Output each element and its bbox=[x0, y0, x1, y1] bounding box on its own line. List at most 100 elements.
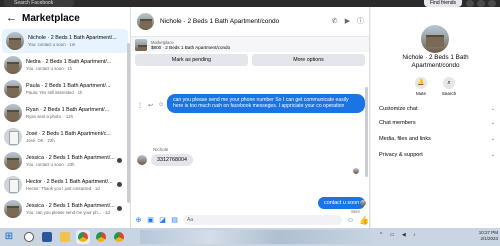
mute-button[interactable]: 🔔 Mute bbox=[409, 77, 433, 96]
conversation-preview: Paula: Yes still interested · 1h bbox=[26, 90, 83, 95]
gif-icon[interactable]: ▤ bbox=[171, 217, 178, 224]
listing-price: $800 · 2 Beds 1 Bath Apartment/condo bbox=[151, 44, 231, 50]
reply-icon[interactable]: ↩ bbox=[148, 102, 153, 109]
mute-label: Mute bbox=[415, 91, 426, 96]
more-icon[interactable]: ⋮ bbox=[137, 102, 143, 109]
conversation-item[interactable]: Ryan · 2 Beds 1 Bath Apartment/... Ryan s… bbox=[0, 101, 130, 125]
chevron-down-icon: ⌄ bbox=[490, 152, 495, 158]
conversation-info-panel: Nichole · 2 Beds 1 Bath Apartment/condo … bbox=[371, 7, 500, 228]
unread-indicator-icon bbox=[117, 206, 122, 211]
conversation-thumbnail bbox=[4, 80, 22, 98]
conversation-thumbnail bbox=[4, 128, 22, 146]
chat-members-section[interactable]: Chat members ⌄ bbox=[379, 117, 495, 129]
conversation-preview: José: OK · 22h bbox=[26, 138, 55, 143]
marketplace-header: ← Marketplace bbox=[0, 7, 130, 29]
message-input[interactable]: Aa bbox=[183, 215, 342, 225]
search-label: Search bbox=[441, 91, 457, 96]
more-options-button[interactable]: More options bbox=[252, 54, 365, 66]
word-icon[interactable] bbox=[40, 230, 54, 244]
conversation-item[interactable]: José · 2 Beds 1 Bath Apartment/c... José:… bbox=[0, 125, 130, 149]
conversation-title: José · 2 Beds 1 Bath Apartment/c... bbox=[26, 131, 111, 137]
incoming-message-bubble[interactable]: 3312768004 bbox=[151, 154, 193, 166]
outgoing-message-bubble[interactable]: can you please send me your phone number… bbox=[167, 94, 365, 113]
customize-chat-section[interactable]: Customize chat ⌄ bbox=[379, 103, 495, 115]
chat-scrollbar[interactable] bbox=[365, 87, 368, 177]
sticker-icon[interactable]: ◪ bbox=[159, 217, 166, 224]
chevron-down-icon: ⌄ bbox=[490, 136, 495, 142]
conversation-item[interactable]: Jessica · 2 Beds 1 Bath Apartment/... You… bbox=[0, 149, 130, 173]
conversation-title: Hector · 2 Beds 1 Bath Apartment/... bbox=[26, 179, 113, 185]
chrome-icon[interactable] bbox=[76, 230, 90, 244]
taskbar-background-strip bbox=[140, 230, 372, 244]
like-icon[interactable]: 👍 bbox=[359, 216, 369, 224]
chat-avatar[interactable] bbox=[137, 13, 154, 30]
marketplace-title: Marketplace bbox=[22, 12, 80, 24]
video-call-icon[interactable]: ▶ bbox=[344, 18, 351, 25]
marketplace-listing-bar[interactable]: Marketplace $800 · 2 Beds 1 Bath Apartme… bbox=[131, 37, 369, 52]
add-icon[interactable]: ⊕ bbox=[135, 217, 142, 224]
conversation-item[interactable]: Paula · 2 Beds 1 Bath Apartment/... Paula… bbox=[0, 77, 130, 101]
conversation-title: Jessica · 2 Beds 1 Bath Apartment/... bbox=[26, 203, 115, 209]
info-icon[interactable]: ⓘ bbox=[357, 18, 364, 25]
seen-indicator-avatar bbox=[360, 200, 366, 206]
conversation-preview: Ryan sent a photo. · 12h bbox=[26, 114, 74, 119]
listing-avatar[interactable] bbox=[421, 25, 449, 53]
chrome-icon[interactable] bbox=[112, 230, 126, 244]
back-arrow-icon[interactable]: ← bbox=[6, 12, 18, 24]
search-button[interactable]: ⌕ Search bbox=[437, 77, 461, 96]
system-tray-icons[interactable]: ^ ▭ ◀ ♪ bbox=[380, 232, 419, 238]
find-friends-button[interactable]: Find friends bbox=[424, 0, 462, 7]
facebook-search-input[interactable]: Search Facebook bbox=[4, 0, 74, 7]
search-taskbar-icon[interactable] bbox=[22, 230, 36, 244]
conversation-title: Paula · 2 Beds 1 Bath Apartment/... bbox=[26, 83, 111, 89]
chat-title[interactable]: Nichole · 2 Beds 1 Bath Apartment/condo bbox=[160, 18, 279, 25]
unread-indicator-icon bbox=[117, 182, 122, 187]
notifications-icon[interactable] bbox=[488, 0, 496, 7]
chat-panel: Nichole · 2 Beds 1 Bath Apartment/condo … bbox=[131, 7, 370, 228]
conversation-preview: You: can you please send me your ph... ·… bbox=[26, 210, 110, 215]
privacy-support-section[interactable]: Privacy & support ⌄ bbox=[379, 149, 495, 161]
phone-icon[interactable]: ✆ bbox=[331, 18, 338, 25]
seen-indicator-avatar bbox=[353, 168, 359, 174]
conversation-title: Jessica · 2 Beds 1 Bath Apartment/... bbox=[26, 155, 115, 161]
conversation-preview: Hector: Thank you I just contacted · 1d bbox=[26, 186, 100, 191]
search-icon: ⌕ bbox=[443, 77, 455, 89]
conversation-item[interactable]: Nichole · 2 Beds 1 Bath Apartment/... You… bbox=[2, 29, 128, 53]
section-label: Media, files and links bbox=[379, 136, 431, 142]
conversation-preview: You: contact u soon · 1h bbox=[26, 66, 73, 71]
message-composer: ⊕ ▣ ◪ ▤ Aa ☺ 👍 bbox=[131, 212, 370, 228]
sender-avatar[interactable] bbox=[137, 155, 147, 165]
messenger-icon[interactable] bbox=[477, 0, 485, 7]
conversation-item[interactable]: Hector · 2 Beds 1 Bath Apartment/... Hect… bbox=[0, 173, 130, 197]
media-files-links-section[interactable]: Media, files and links ⌄ bbox=[379, 133, 495, 145]
message-hover-tools: ⋮ ↩ ☺ bbox=[137, 102, 164, 109]
conversation-title: Ryan · 2 Beds 1 Bath Apartment/... bbox=[26, 107, 110, 113]
browser-top-bar: Search Facebook Find friends bbox=[0, 0, 500, 7]
chrome-icon[interactable] bbox=[94, 230, 108, 244]
marketplace-conversation-list: ← Marketplace Nichole · 2 Beds 1 Bath Ap… bbox=[0, 7, 131, 228]
mark-as-pending-button[interactable]: Mark as pending bbox=[135, 54, 248, 66]
conversation-list-scrollbar[interactable] bbox=[127, 43, 130, 203]
file-explorer-icon[interactable] bbox=[58, 230, 72, 244]
emoji-icon[interactable]: ☺ bbox=[347, 217, 354, 224]
outgoing-reply-bubble[interactable]: contact u soon bbox=[318, 197, 366, 209]
taskbar-clock[interactable]: 10:27 PM 2/1/2023 bbox=[468, 230, 498, 242]
windows-start-icon[interactable]: ⊞ bbox=[3, 231, 15, 243]
conversation-item[interactable]: Nedra · 2 Beds 1 Bath Apartment/... You: … bbox=[0, 53, 130, 77]
conversation-preview: You: contact u soon · 1m bbox=[28, 42, 76, 47]
menu-icon[interactable] bbox=[466, 0, 474, 7]
conversation-item[interactable]: Jessica · 2 Beds 1 Bath Apartment/... You… bbox=[0, 197, 130, 221]
conversation-title: Nedra · 2 Beds 1 Bath Apartment/... bbox=[26, 59, 112, 65]
clock-date: 2/1/2023 bbox=[480, 236, 498, 241]
react-icon[interactable]: ☺ bbox=[158, 102, 164, 109]
message-thread: ⋮ ↩ ☺ can you please send me your phone … bbox=[131, 72, 370, 214]
conversation-thumbnail bbox=[4, 152, 22, 170]
chat-header: Nichole · 2 Beds 1 Bath Apartment/condo … bbox=[131, 7, 369, 37]
conversation-name: Nichole · 2 Beds 1 Bath Apartment/condo bbox=[402, 54, 469, 69]
sender-name: Nichole bbox=[153, 147, 169, 152]
bell-icon: 🔔 bbox=[415, 77, 427, 89]
conversation-items: Nichole · 2 Beds 1 Bath Apartment/... You… bbox=[0, 29, 130, 221]
conversation-thumbnail bbox=[6, 32, 24, 50]
chevron-down-icon: ⌄ bbox=[490, 120, 495, 126]
image-icon[interactable]: ▣ bbox=[147, 217, 154, 224]
